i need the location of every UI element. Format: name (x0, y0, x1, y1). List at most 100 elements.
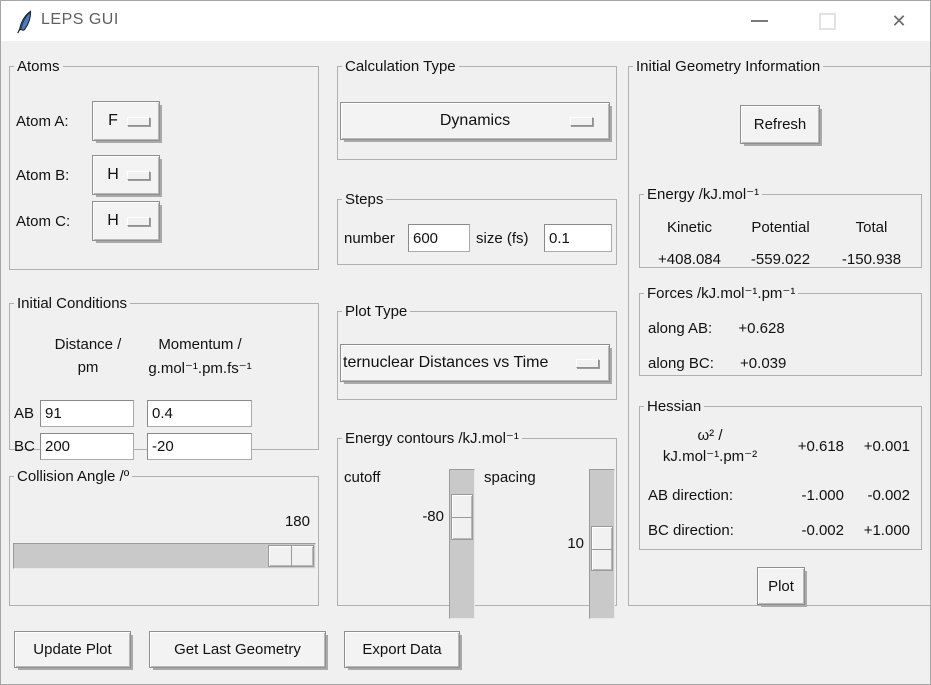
export-data-button[interactable]: Export Data (344, 631, 460, 668)
hessian-units-label: ω² / kJ.mol⁻¹.pm⁻² (662, 427, 758, 465)
atom-b-label: Atom B: (16, 167, 70, 184)
forces-group: Forces /kJ.mol⁻¹.pm⁻¹ along AB: +0.628 a… (639, 284, 922, 376)
hessian-legend: Hessian (647, 398, 702, 415)
ab-distance-input[interactable] (40, 400, 134, 427)
calculation-type-select[interactable]: Dynamics (340, 102, 610, 140)
initial-conditions-legend: Initial Conditions (17, 295, 128, 312)
refresh-button-label: Refresh (753, 116, 807, 133)
force-ab-label: along AB: (648, 320, 713, 337)
collision-angle-legend: Collision Angle /º (17, 468, 130, 485)
get-last-geometry-button-label: Get Last Geometry (174, 641, 301, 658)
optionmenu-indicator-icon (127, 171, 150, 180)
hessian-value-11: +0.618 (797, 437, 844, 455)
export-data-button-label: Export Data (362, 641, 442, 658)
energy-value-potential: -559.022 (750, 251, 811, 268)
collision-angle-slider-thumb[interactable] (268, 545, 314, 567)
bc-momentum-input[interactable] (147, 433, 252, 460)
energy-legend: Energy /kJ.mol⁻¹ (647, 186, 760, 203)
update-plot-button-label: Update Plot (33, 641, 112, 658)
optionmenu-indicator-icon (576, 359, 599, 368)
steps-legend: Steps (345, 191, 384, 208)
bc-distance-input[interactable] (40, 433, 134, 460)
ab-row-label: AB (14, 405, 35, 422)
plot-type-value: ternuclear Distances vs Time (343, 354, 549, 371)
force-bc-value: +0.039 (740, 355, 787, 372)
bc-row-label: BC (14, 438, 35, 455)
collision-angle-value: 180 (284, 513, 310, 530)
cutoff-slider-thumb[interactable] (451, 494, 473, 540)
window-title: LEPS GUI (41, 11, 119, 28)
steps-number-label: number (344, 230, 395, 247)
hessian-group: Hessian ω² / kJ.mol⁻¹.pm⁻² +0.618 +0.001… (639, 398, 922, 550)
energy-header-total: Total (855, 219, 888, 236)
steps-size-label: size (fs) (476, 230, 529, 247)
atoms-legend: Atoms (17, 58, 60, 75)
distance-header-line1: Distance / (54, 336, 122, 353)
spacing-slider-thumb[interactable] (591, 526, 613, 571)
initial-conditions-group: Initial Conditions Distance / pm Momentu… (9, 295, 319, 460)
energy-value-kinetic: +408.084 (658, 251, 721, 268)
optionmenu-indicator-icon (570, 117, 593, 126)
geometry-info-legend: Initial Geometry Information (636, 58, 821, 75)
spacing-value: 10 (567, 535, 584, 552)
maximize-button[interactable] (810, 1, 844, 41)
close-icon: ✕ (891, 10, 907, 31)
refresh-button[interactable]: Refresh (740, 105, 820, 144)
collision-angle-group: Collision Angle /º 180 (9, 468, 319, 606)
hessian-value-21: -1.000 (801, 487, 844, 504)
hessian-ab-direction-label: AB direction: (648, 487, 734, 504)
minimize-icon (750, 20, 768, 22)
spacing-slider[interactable] (589, 469, 615, 619)
atom-c-label: Atom C: (16, 213, 71, 230)
optionmenu-indicator-icon (127, 217, 150, 226)
atom-b-select[interactable]: H (92, 155, 160, 195)
steps-group: Steps number size (fs) (337, 191, 617, 265)
app-window: LEPS GUI ✕ Atoms Atom A: F Atom B: H Ato… (0, 0, 931, 685)
energy-header-kinetic: Kinetic (666, 219, 713, 236)
get-last-geometry-button[interactable]: Get Last Geometry (149, 631, 326, 668)
titlebar[interactable]: LEPS GUI ✕ (1, 1, 930, 41)
ab-momentum-input[interactable] (147, 400, 252, 427)
spacing-label: spacing (484, 469, 536, 486)
feather-icon (17, 10, 32, 34)
minimize-button[interactable] (742, 1, 776, 41)
atom-a-select[interactable]: F (92, 101, 160, 141)
cutoff-slider[interactable] (449, 469, 475, 619)
hessian-value-32: +1.000 (863, 522, 910, 539)
distance-header-line2: pm (77, 359, 99, 376)
calculation-type-legend: Calculation Type (345, 58, 456, 75)
geometry-info-group: Initial Geometry Information Refresh Ene… (628, 58, 931, 606)
plot-type-group: Plot Type ternuclear Distances vs Time (337, 303, 617, 400)
plot-type-select[interactable]: ternuclear Distances vs Time (340, 344, 610, 382)
forces-legend: Forces /kJ.mol⁻¹.pm⁻¹ (647, 285, 796, 302)
hessian-value-12: +0.001 (863, 437, 910, 455)
atom-a-label: Atom A: (16, 113, 69, 130)
plot-button-label: Plot (768, 577, 794, 595)
steps-size-input[interactable] (544, 224, 612, 252)
cutoff-value: -80 (422, 508, 444, 525)
maximize-icon (818, 12, 836, 30)
plot-type-legend: Plot Type (345, 303, 408, 320)
force-bc-label: along BC: (648, 355, 714, 372)
atom-c-select[interactable]: H (92, 201, 160, 241)
plot-button[interactable]: Plot (757, 567, 805, 605)
hessian-value-22: -0.002 (867, 487, 910, 504)
close-button[interactable]: ✕ (882, 1, 916, 41)
energy-group: Energy /kJ.mol⁻¹ Kinetic Potential Total… (639, 185, 922, 268)
hessian-bc-direction-label: BC direction: (648, 522, 734, 539)
force-ab-value: +0.628 (738, 320, 785, 337)
momentum-header-line1: Momentum / (158, 336, 242, 353)
steps-number-input[interactable] (408, 224, 470, 252)
collision-angle-slider[interactable] (13, 543, 316, 569)
hessian-value-31: -0.002 (801, 522, 844, 539)
update-plot-button[interactable]: Update Plot (14, 631, 131, 668)
calculation-type-value: Dynamics (439, 112, 511, 129)
cutoff-label: cutoff (344, 469, 381, 486)
energy-contours-group: Energy contours /kJ.mol⁻¹ cutoff spacing… (337, 429, 617, 619)
momentum-header-line2: g.mol⁻¹.pm.fs⁻¹ (148, 360, 252, 377)
energy-header-potential: Potential (751, 219, 810, 236)
energy-contours-legend: Energy contours /kJ.mol⁻¹ (345, 430, 519, 447)
optionmenu-indicator-icon (127, 117, 150, 126)
calculation-type-group: Calculation Type Dynamics (337, 58, 617, 160)
energy-value-total: -150.938 (841, 251, 902, 268)
